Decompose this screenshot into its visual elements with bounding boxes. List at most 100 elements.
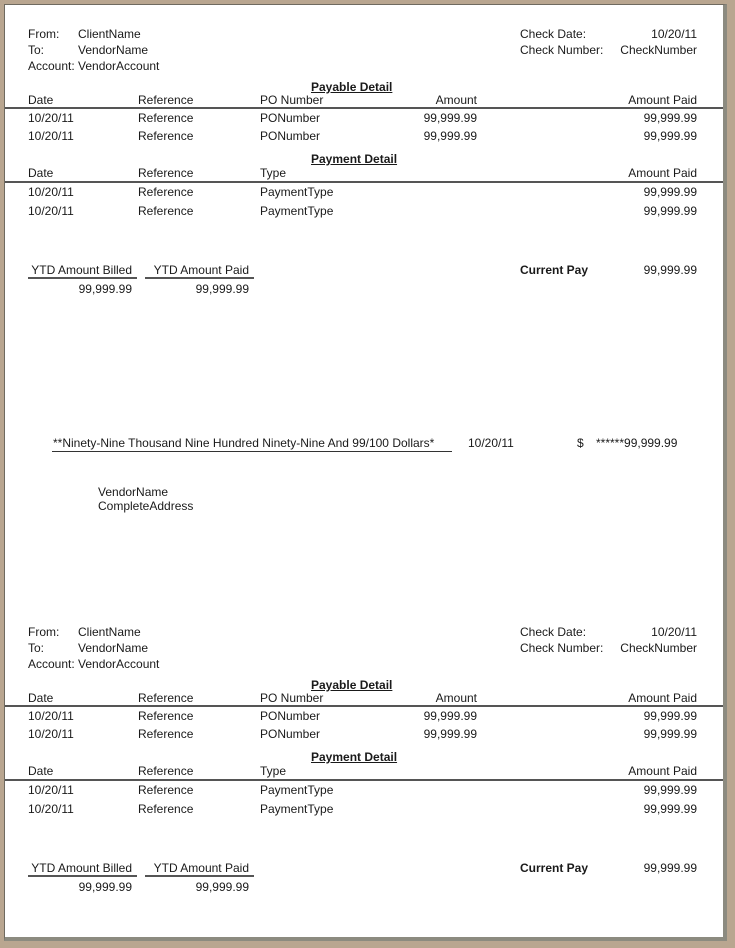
payment-detail-title: Payment Detail: [311, 750, 398, 764]
check-amount: ******99,999.99: [596, 436, 678, 450]
ytd-billed-underline: [28, 875, 137, 877]
ytd-billed-label: YTD Amount Billed: [31, 861, 132, 875]
payable-detail-title: Payable Detail: [311, 678, 393, 692]
to-label: To:: [28, 641, 45, 655]
ytd-billed-value: 99,999.99: [78, 880, 132, 894]
payable-row-reference: Reference: [138, 111, 194, 125]
to-label: To:: [28, 43, 45, 57]
payment-row-date: 10/20/11: [28, 783, 74, 797]
payable-col-reference: Reference: [138, 93, 194, 107]
payable-col-po-number: PO Number: [260, 93, 324, 107]
payment-row-reference: Reference: [138, 802, 194, 816]
account-label: Account:: [28, 59, 75, 73]
payable-header-rule: [5, 705, 723, 707]
current-pay-value: 99,999.99: [643, 861, 697, 875]
check-stub-bottom: From: ClientName To: VendorName Account:…: [5, 603, 723, 903]
current-pay-label: Current Pay: [520, 263, 589, 277]
payable-col-reference: Reference: [138, 691, 194, 705]
currency-symbol: $: [577, 436, 584, 450]
payable-col-amount: Amount: [435, 93, 477, 107]
payment-col-type: Type: [260, 166, 287, 180]
payable-row-amount-paid: 99,999.99: [643, 709, 697, 723]
check-date-value: 10/20/11: [651, 27, 697, 41]
payable-row-amount-paid: 99,999.99: [643, 111, 697, 125]
payable-row-reference: Reference: [138, 709, 194, 723]
payable-row-amount: 99,999.99: [423, 129, 477, 143]
payable-row-reference: Reference: [138, 129, 194, 143]
payment-col-reference: Reference: [138, 764, 194, 778]
current-pay-value: 99,999.99: [643, 263, 697, 277]
account-label: Account:: [28, 657, 75, 671]
payment-row-reference: Reference: [138, 783, 194, 797]
check-date: 10/20/11: [468, 436, 514, 450]
payable-row-date: 10/20/11: [28, 727, 74, 741]
payment-detail-title: Payment Detail: [311, 152, 398, 166]
payment-row-date: 10/20/11: [28, 185, 74, 199]
ytd-paid-label: YTD Amount Paid: [153, 861, 249, 875]
payment-col-date: Date: [28, 166, 54, 180]
check-number-label: Check Number:: [520, 641, 604, 655]
payment-row-reference: Reference: [138, 185, 194, 199]
payable-row-po-number: PONumber: [260, 727, 321, 741]
check-number-label: Check Number:: [520, 43, 604, 57]
payable-row-amount: 99,999.99: [423, 111, 477, 125]
payment-row-type: PaymentType: [260, 204, 334, 218]
payable-col-po-number: PO Number: [260, 691, 324, 705]
payment-row-date: 10/20/11: [28, 802, 74, 816]
ytd-paid-underline: [145, 277, 254, 279]
payable-row-reference: Reference: [138, 727, 194, 741]
ytd-billed-label: YTD Amount Billed: [31, 263, 132, 277]
payable-col-amount-paid: Amount Paid: [628, 93, 697, 107]
payable-row-po-number: PONumber: [260, 129, 321, 143]
from-label: From:: [28, 625, 60, 639]
ytd-billed-underline: [28, 277, 137, 279]
payment-row-amount-paid: 99,999.99: [643, 204, 697, 218]
check-stub-top: From: ClientName To: VendorName Account:…: [5, 5, 723, 305]
payable-row-amount-paid: 99,999.99: [643, 727, 697, 741]
check-date-label: Check Date:: [520, 27, 587, 41]
account-value: VendorAccount: [78, 657, 160, 671]
payable-col-amount-paid: Amount Paid: [628, 691, 697, 705]
payable-col-amount: Amount: [435, 691, 477, 705]
account-value: VendorAccount: [78, 59, 160, 73]
payable-row-date: 10/20/11: [28, 709, 74, 723]
payment-col-amount-paid: Amount Paid: [628, 764, 697, 778]
payment-row-type: PaymentType: [260, 185, 334, 199]
check-number-value: CheckNumber: [620, 43, 697, 57]
check-document-page: From: ClientName To: VendorName Account:…: [4, 4, 727, 941]
payable-row-amount-paid: 99,999.99: [643, 129, 697, 143]
payment-col-reference: Reference: [138, 166, 194, 180]
payment-row-reference: Reference: [138, 204, 194, 218]
check-date-label: Check Date:: [520, 625, 587, 639]
ytd-paid-value: 99,999.99: [195, 282, 249, 296]
to-value: VendorName: [78, 43, 149, 57]
ytd-paid-underline: [145, 875, 254, 877]
payable-col-date: Date: [28, 691, 54, 705]
payment-row-date: 10/20/11: [28, 204, 74, 218]
check-number-value: CheckNumber: [620, 641, 697, 655]
amount-words-underline: [52, 451, 452, 452]
payment-col-date: Date: [28, 764, 54, 778]
payable-header-rule: [5, 107, 723, 109]
payment-row-amount-paid: 99,999.99: [643, 783, 697, 797]
to-value: VendorName: [78, 641, 149, 655]
payable-row-date: 10/20/11: [28, 129, 74, 143]
payable-row-po-number: PONumber: [260, 111, 321, 125]
payable-col-date: Date: [28, 93, 54, 107]
payment-header-rule: [5, 779, 723, 781]
current-pay-label: Current Pay: [520, 861, 589, 875]
payment-row-type: PaymentType: [260, 802, 334, 816]
payment-row-amount-paid: 99,999.99: [643, 802, 697, 816]
payment-col-amount-paid: Amount Paid: [628, 166, 697, 180]
amount-in-words: **Ninety-Nine Thousand Nine Hundred Nine…: [53, 436, 435, 450]
payable-row-po-number: PONumber: [260, 709, 321, 723]
payment-row-amount-paid: 99,999.99: [643, 185, 697, 199]
payee-name: VendorName: [98, 485, 169, 499]
check-date-value: 10/20/11: [651, 625, 697, 639]
payment-header-rule: [5, 181, 723, 183]
from-value: ClientName: [78, 625, 141, 639]
payable-row-date: 10/20/11: [28, 111, 74, 125]
payment-row-type: PaymentType: [260, 783, 334, 797]
payable-detail-title: Payable Detail: [311, 80, 393, 94]
payee-address: CompleteAddress: [98, 499, 194, 513]
